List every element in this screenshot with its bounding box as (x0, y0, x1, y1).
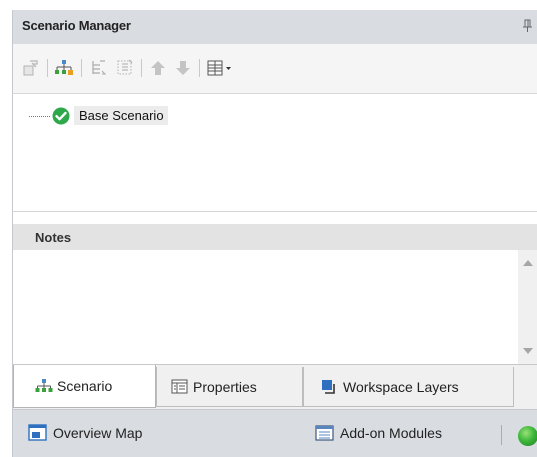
panel-title-bar: Scenario Manager (12, 10, 537, 44)
scroll-up-icon[interactable] (523, 260, 533, 266)
scenario-manager-panel: Scenario Manager Base Scenario Notes Sce… (12, 10, 537, 457)
addon-modules-label: Add-on Modules (340, 425, 442, 441)
move-down-icon[interactable] (173, 58, 193, 78)
layers-icon (321, 379, 339, 395)
status-bar: Overview Map Add-on Modules (12, 409, 537, 457)
collapse-all-icon[interactable] (115, 58, 135, 78)
green-status-icon[interactable] (518, 426, 537, 446)
tree-connector (29, 116, 50, 117)
panel-splitter[interactable] (12, 211, 537, 224)
panel-title: Scenario Manager (22, 18, 131, 33)
overview-map-label: Overview Map (53, 425, 143, 441)
modules-icon (315, 424, 335, 442)
view-options-icon[interactable] (207, 58, 235, 78)
tab-properties[interactable]: Properties (156, 367, 303, 407)
tab-properties-label: Properties (193, 378, 257, 395)
overview-map-button[interactable]: Overview Map (28, 424, 142, 442)
tab-scenario[interactable]: Scenario (13, 365, 156, 408)
scroll-down-icon[interactable] (523, 348, 533, 354)
notes-textarea[interactable] (13, 250, 519, 364)
map-window-icon (28, 424, 48, 442)
panel-tabs: Scenario Properties Workspace Layers (12, 364, 537, 409)
move-up-icon[interactable] (148, 58, 168, 78)
addon-modules-button[interactable]: Add-on Modules (315, 424, 442, 442)
properties-grid-icon (171, 379, 189, 395)
new-scenario-icon[interactable] (21, 58, 41, 78)
pin-icon[interactable] (523, 19, 533, 33)
tab-scenario-label: Scenario (57, 378, 113, 394)
tab-workspace-layers[interactable]: Workspace Layers (303, 367, 514, 407)
notes-header: Notes (12, 224, 537, 250)
notes-title: Notes (35, 230, 72, 245)
notes-scrollbar[interactable] (518, 250, 537, 364)
notes-area (12, 250, 537, 364)
check-circle-icon (52, 107, 70, 125)
tab-workspace-layers-label: Workspace Layers (343, 378, 459, 395)
hierarchy-icon (35, 378, 53, 394)
tree-item-base-scenario[interactable]: Base Scenario (74, 106, 168, 125)
scenario-tree: Base Scenario (12, 94, 537, 211)
scenario-toolbar (12, 44, 537, 94)
child-scenario-icon[interactable] (54, 58, 74, 78)
expand-all-icon[interactable] (89, 58, 109, 78)
